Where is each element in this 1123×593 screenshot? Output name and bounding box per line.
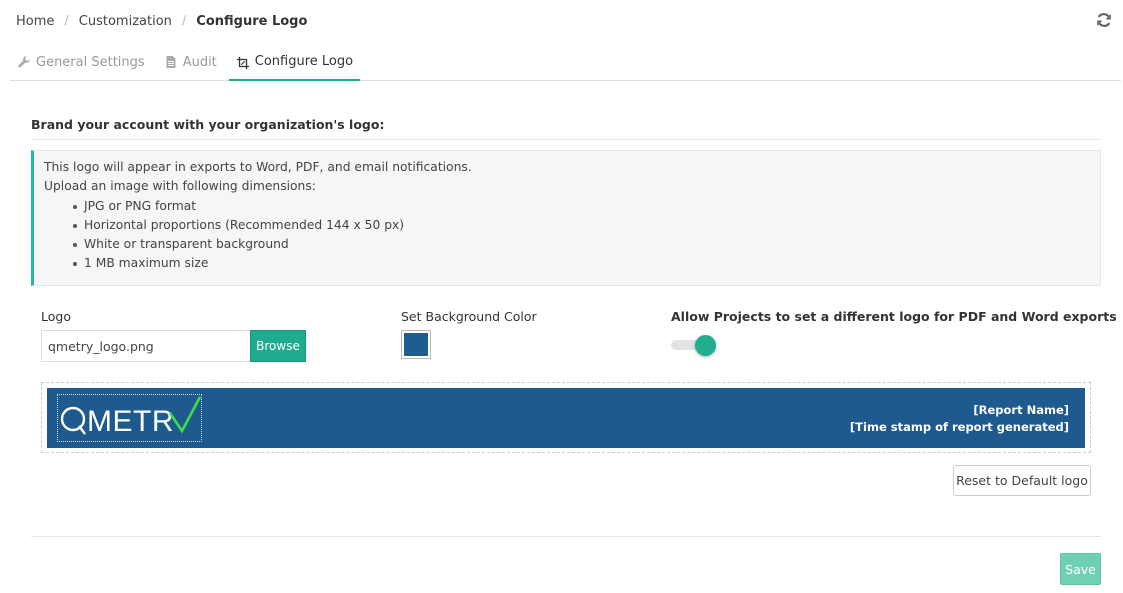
logo-preview: METR [Report Name] [Time stamp of report… [41, 382, 1091, 453]
refresh-icon[interactable] [1095, 11, 1113, 29]
tab-label: General Settings [36, 54, 145, 70]
qmetry-logo: METR [60, 396, 202, 438]
breadcrumb-separator: / [64, 13, 69, 29]
allow-projects-toggle[interactable] [671, 334, 717, 358]
breadcrumb-separator: / [181, 13, 187, 29]
breadcrumb-current: Configure Logo [196, 13, 308, 29]
divider [31, 536, 1101, 537]
document-icon [164, 55, 178, 69]
info-line: Upload an image with following dimension… [44, 179, 316, 194]
logo-image: METR [57, 394, 202, 442]
tab-label: Configure Logo [254, 54, 354, 69]
info-line: This logo will appear in exports to Word… [44, 160, 472, 174]
bg-color-label: Set Background Color [401, 309, 537, 324]
color-swatch [404, 333, 428, 356]
save-button[interactable]: Save [1060, 553, 1101, 585]
tab-audit[interactable]: Audit [157, 44, 224, 80]
toggle-knob [695, 335, 716, 356]
tab-general-settings[interactable]: General Settings [10, 44, 152, 80]
section-title: Brand your account with your organizatio… [31, 117, 1101, 140]
wrench-icon [17, 55, 31, 69]
preview-header-bar: METR [Report Name] [Time stamp of report… [47, 388, 1085, 448]
tab-configure-logo[interactable]: Configure Logo [228, 44, 361, 81]
logo-wordmark: METR [87, 405, 174, 438]
breadcrumb: Home / Customization / Configure Logo [16, 12, 307, 30]
list-item: Horizontal proportions (Recommended 144 … [73, 216, 1090, 235]
logo-file-field[interactable]: qmetry_logo.png [41, 330, 251, 362]
tab-label: Audit [182, 54, 217, 70]
crop-icon [236, 55, 250, 69]
info-panel: This logo will appear in exports to Word… [31, 150, 1101, 286]
report-name: [Report Name] [973, 403, 1069, 417]
report-header-text: [Report Name] [Time stamp of report gene… [850, 402, 1069, 436]
logo-label: Logo [41, 309, 71, 324]
tab-bar: General Settings Audit Configure Logo [10, 44, 1121, 81]
list-item: 1 MB maximum size [73, 254, 1090, 273]
requirements-list: JPG or PNG format Horizontal proportions… [73, 197, 1090, 274]
breadcrumb-customization[interactable]: Customization [79, 14, 172, 29]
list-item: White or transparent background [73, 235, 1090, 254]
bg-color-picker[interactable] [401, 330, 431, 359]
browse-button[interactable]: Browse [250, 330, 306, 362]
reset-default-logo-button[interactable]: Reset to Default logo [953, 465, 1091, 496]
report-timestamp: [Time stamp of report generated] [849, 420, 1069, 434]
allow-projects-label: Allow Projects to set a different logo f… [671, 309, 1117, 324]
breadcrumb-home[interactable]: Home [16, 14, 54, 29]
list-item: JPG or PNG format [73, 197, 1090, 216]
